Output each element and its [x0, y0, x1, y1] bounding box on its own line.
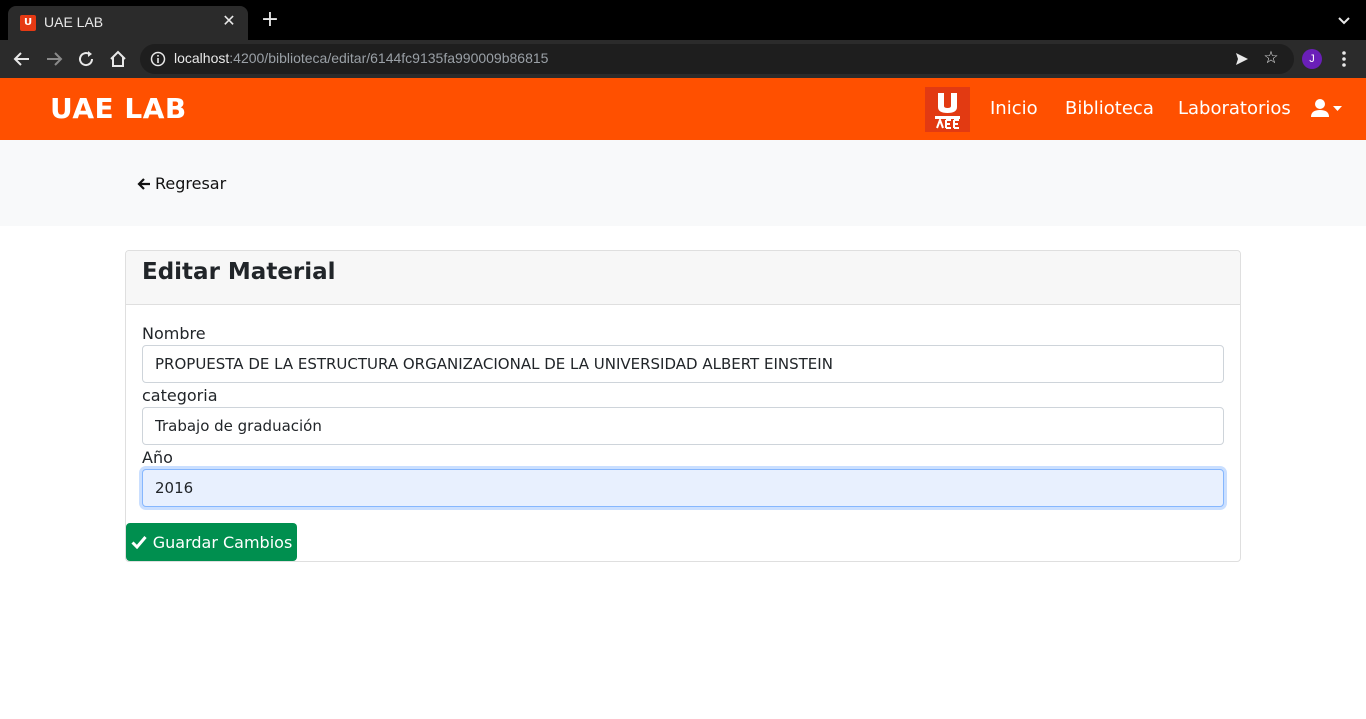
browser-tab-strip: U UAE LAB ✕ +	[0, 0, 1366, 40]
user-menu-icon[interactable]	[1310, 98, 1346, 118]
card-title: Editar Material	[142, 259, 336, 285]
close-tab-icon[interactable]: ✕	[220, 12, 238, 30]
site-info-icon[interactable]	[150, 51, 166, 67]
check-icon	[131, 536, 147, 549]
nav-link-laboratorios[interactable]: Laboratorios	[1178, 98, 1291, 119]
card-header: Editar Material	[126, 251, 1240, 305]
home-icon[interactable]	[108, 49, 128, 69]
save-button-label: Guardar Cambios	[152, 532, 293, 552]
url-text: localhost:4200/biblioteca/editar/6144fc9…	[174, 50, 549, 66]
back-link-label: Regresar	[155, 174, 227, 193]
app-navbar: UAE LAB Inicio Biblioteca Laboratorios	[0, 78, 1366, 140]
nav-link-inicio[interactable]: Inicio	[990, 98, 1038, 119]
bookmark-star-icon[interactable]: ☆	[1262, 49, 1280, 67]
reload-icon[interactable]	[76, 49, 96, 69]
arrow-left-icon	[137, 177, 150, 190]
anio-input[interactable]	[142, 469, 1224, 507]
nombre-label: Nombre	[142, 324, 206, 343]
nav-link-biblioteca[interactable]: Biblioteca	[1065, 98, 1154, 119]
new-tab-icon[interactable]: +	[260, 9, 280, 31]
browser-tab[interactable]: U UAE LAB ✕	[8, 6, 248, 40]
profile-avatar[interactable]: J	[1302, 49, 1322, 69]
nombre-input[interactable]	[142, 345, 1224, 383]
forward-arrow-icon[interactable]	[44, 49, 64, 69]
address-bar[interactable]: localhost:4200/biblioteca/editar/6144fc9…	[140, 44, 1294, 74]
send-tab-icon[interactable]	[1234, 51, 1250, 67]
back-arrow-icon[interactable]	[12, 49, 32, 69]
edit-material-card: Editar Material Nombre categoria Año Gua…	[125, 250, 1241, 562]
back-bar: Regresar	[0, 140, 1366, 226]
save-changes-button[interactable]: Guardar Cambios	[126, 523, 297, 561]
categoria-input[interactable]	[142, 407, 1224, 445]
back-link[interactable]: Regresar	[137, 174, 226, 193]
tab-search-chevron-icon[interactable]	[1336, 12, 1352, 28]
anio-label: Año	[142, 448, 173, 467]
uae-logo-icon[interactable]	[925, 87, 970, 132]
site-favicon-icon: U	[20, 15, 36, 31]
tab-title: UAE LAB	[44, 14, 104, 30]
browser-menu-icon[interactable]	[1336, 49, 1352, 69]
brand-title[interactable]: UAE LAB	[50, 92, 187, 125]
categoria-label: categoria	[142, 386, 218, 405]
browser-toolbar: localhost:4200/biblioteca/editar/6144fc9…	[0, 40, 1366, 78]
